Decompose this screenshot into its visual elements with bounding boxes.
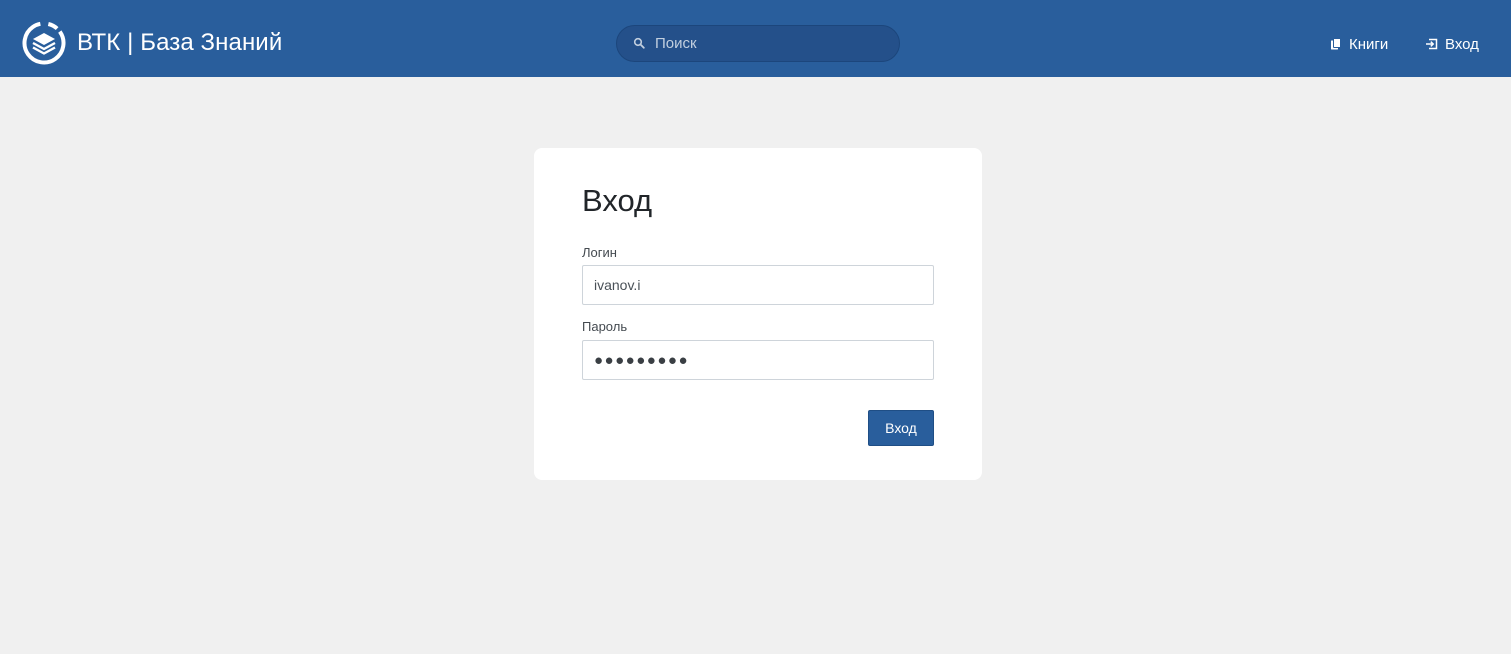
brand-title: ВТК | База Знаний bbox=[77, 29, 283, 56]
login-icon bbox=[1426, 38, 1438, 50]
login-input[interactable] bbox=[582, 265, 934, 305]
password-field-label: Пароль bbox=[582, 319, 628, 334]
nav-books-label: Книги bbox=[1349, 35, 1389, 53]
search-input[interactable] bbox=[655, 26, 891, 61]
page-title: Вход bbox=[582, 183, 653, 218]
nav-books-link[interactable]: Книги bbox=[1330, 33, 1388, 55]
nav-login-link[interactable]: Вход bbox=[1425, 33, 1479, 55]
brand-home-link[interactable]: ВТК | База Знаний bbox=[22, 21, 282, 65]
login-field-label: Логин bbox=[582, 245, 617, 260]
nav-login-label: Вход bbox=[1445, 35, 1479, 53]
login-submit-button[interactable]: Вход bbox=[868, 410, 934, 446]
search-box bbox=[616, 25, 900, 62]
top-navbar: ВТК | База Знаний Книги Вход bbox=[0, 0, 1511, 77]
search-icon bbox=[633, 37, 645, 49]
login-card: Вход Логин Пароль Вход bbox=[534, 148, 982, 480]
books-icon bbox=[1331, 38, 1341, 50]
stacked-books-logo-icon bbox=[22, 21, 66, 65]
password-input[interactable] bbox=[582, 340, 934, 380]
